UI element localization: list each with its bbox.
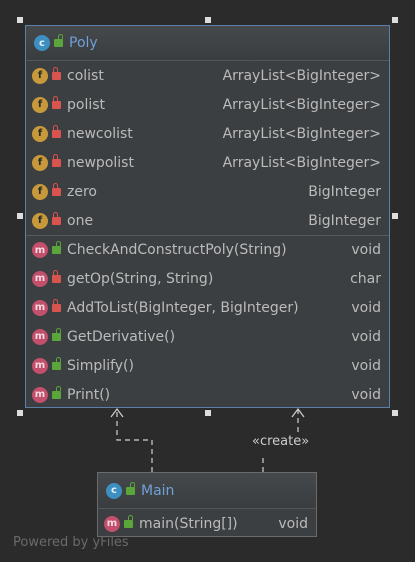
field-icon: f: [32, 96, 48, 113]
method-name: main(String[]): [139, 515, 238, 532]
method-return-type: void: [351, 242, 381, 258]
field-row[interactable]: f one BigInteger: [26, 206, 389, 235]
method-name: CheckAndConstructPoly(String): [67, 242, 287, 258]
method-icon: m: [32, 328, 48, 345]
field-type: ArrayList<BigInteger>: [222, 125, 381, 142]
private-lock-icon: [52, 153, 61, 167]
field-icon: f: [32, 67, 48, 84]
method-name: getOp(String, String): [67, 270, 214, 287]
method-icon: m: [104, 515, 120, 532]
method-return-type: void: [351, 386, 381, 403]
private-lock-icon: [52, 298, 61, 312]
field-icon: f: [32, 125, 48, 142]
resize-handle-bottom-right[interactable]: [392, 410, 398, 416]
method-icon: m: [32, 270, 48, 287]
field-type: BigInteger: [308, 212, 381, 229]
method-name: AddToList(BigInteger, BigInteger): [67, 299, 299, 316]
resize-handle-top-right[interactable]: [392, 17, 398, 23]
field-name: newcolist: [67, 125, 133, 142]
private-lock-icon: [52, 124, 61, 138]
method-name: GetDerivative(): [67, 328, 176, 345]
method-row[interactable]: m Print() void: [26, 380, 389, 409]
resize-handle-bottom-left[interactable]: [17, 410, 23, 416]
method-return-type: void: [278, 515, 308, 532]
resize-handle-top[interactable]: [205, 17, 211, 23]
class-icon: c: [106, 482, 122, 499]
public-visibility-icon: [124, 514, 133, 528]
field-row[interactable]: f newcolist ArrayList<BigInteger>: [26, 119, 389, 148]
field-name: one: [67, 212, 94, 229]
resize-handle-left[interactable]: [17, 213, 23, 219]
method-name: Print(): [67, 386, 111, 403]
class-icon: c: [34, 35, 50, 51]
field-type: ArrayList<BigInteger>: [222, 96, 381, 113]
private-lock-icon: [52, 269, 61, 283]
public-visibility-icon: [52, 241, 61, 254]
method-name: Simplify(): [67, 357, 134, 374]
field-type: ArrayList<BigInteger>: [222, 67, 381, 84]
method-return-type: void: [351, 357, 381, 374]
method-return-type: void: [351, 328, 381, 345]
resize-handle-right[interactable]: [392, 213, 398, 219]
create-stereotype-label: «create»: [252, 434, 310, 449]
method-row[interactable]: m GetDerivative() void: [26, 322, 389, 351]
method-return-type: char: [350, 270, 381, 287]
field-name: newpolist: [67, 154, 134, 171]
field-name: polist: [67, 96, 106, 113]
method-row[interactable]: m Simplify() void: [26, 351, 389, 380]
method-icon: m: [32, 386, 48, 403]
field-name: colist: [67, 67, 104, 84]
resize-handle-bottom[interactable]: [205, 410, 211, 416]
method-return-type: void: [351, 299, 381, 316]
public-visibility-icon: [126, 481, 135, 495]
method-row[interactable]: m CheckAndConstructPoly(String) void: [26, 235, 389, 264]
field-type: ArrayList<BigInteger>: [222, 154, 381, 171]
class-header-main: c Main: [98, 473, 316, 509]
field-row[interactable]: f zero BigInteger: [26, 177, 389, 206]
method-icon: m: [32, 242, 48, 258]
resize-handle-top-left[interactable]: [17, 17, 23, 23]
method-row[interactable]: m AddToList(BigInteger, BigInteger) void: [26, 293, 389, 322]
field-name: zero: [67, 183, 97, 200]
field-icon: f: [32, 154, 48, 171]
usage-edge-to-poly: [116, 410, 153, 472]
powered-by-watermark: Powered by yFiles: [13, 535, 129, 550]
method-row[interactable]: m main(String[]) void: [98, 509, 316, 538]
field-icon: f: [32, 183, 48, 200]
method-icon: m: [32, 299, 48, 316]
public-visibility-icon: [54, 34, 63, 47]
field-row[interactable]: f colist ArrayList<BigInteger>: [26, 61, 389, 90]
public-visibility-icon: [52, 327, 61, 341]
public-visibility-icon: [52, 385, 61, 399]
field-row[interactable]: f newpolist ArrayList<BigInteger>: [26, 148, 389, 177]
class-node-main[interactable]: c Main m main(String[]) void: [97, 472, 317, 537]
field-type: BigInteger: [308, 183, 381, 200]
class-name: Main: [141, 482, 175, 499]
method-icon: m: [32, 357, 48, 374]
class-name: Poly: [69, 35, 98, 51]
public-visibility-icon: [52, 356, 61, 370]
class-header-poly: c Poly: [26, 26, 389, 61]
private-lock-icon: [52, 182, 61, 196]
field-icon: f: [32, 212, 48, 229]
method-row[interactable]: m getOp(String, String) char: [26, 264, 389, 293]
class-node-poly[interactable]: c Poly f colist ArrayList<BigInteger> f …: [25, 25, 390, 408]
private-lock-icon: [52, 66, 61, 80]
private-lock-icon: [52, 95, 61, 109]
private-lock-icon: [52, 211, 61, 225]
field-row[interactable]: f polist ArrayList<BigInteger>: [26, 90, 389, 119]
